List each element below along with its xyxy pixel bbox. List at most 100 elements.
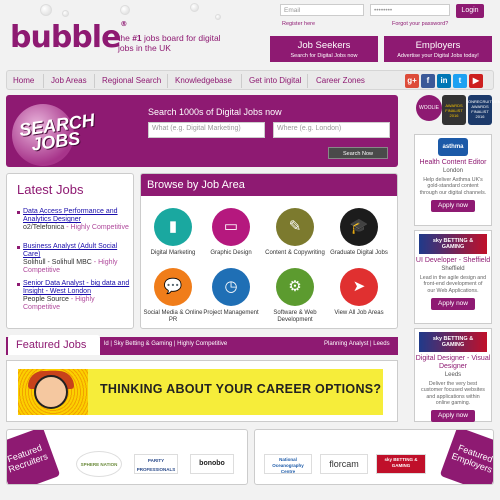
job-area-label: View All Job Areas: [334, 310, 384, 316]
featured-recruiters-label: Featured Recruiters: [7, 430, 61, 484]
job-area-label: Digital Marketing: [150, 250, 196, 256]
sidebar-job-location: London: [442, 168, 464, 174]
pencil-icon: ✎: [276, 208, 314, 246]
sidebar-job-description: Help deliver Asthma UK's gold-standard c…: [419, 177, 487, 196]
nav-job-areas[interactable]: Job Areas: [51, 76, 87, 85]
keyword-search-input[interactable]: What (e.g. Digital Marketing): [148, 122, 265, 138]
job-area-software-web[interactable]: ⚙ Software & Web Development: [265, 268, 325, 324]
gear-icon: ⚙: [276, 268, 314, 306]
employer-logo[interactable]: National Oceanography Centre: [264, 454, 312, 474]
nav-get-into-digital[interactable]: Get into Digital: [249, 76, 301, 85]
site-logo[interactable]: bubble®: [10, 20, 127, 55]
job-area-graphic-design[interactable]: ▭ Graphic Design: [201, 208, 261, 257]
site-tagline: the #1 jobs board for digital jobs in th…: [118, 33, 221, 53]
apply-now-button[interactable]: Apply now: [431, 199, 475, 212]
featured-employers-label: Featured Employers: [439, 430, 493, 484]
job-area-label: Software & Web Development: [273, 310, 317, 323]
google-plus-icon[interactable]: g+: [405, 74, 419, 88]
nav-career-zones[interactable]: Career Zones: [316, 76, 365, 85]
asthma-logo: asthma: [438, 138, 468, 156]
job-area-label: Graduate Digital Jobs: [330, 250, 388, 256]
sidebar-job-location: Sheffield: [441, 266, 465, 272]
apply-now-button[interactable]: Apply now: [431, 410, 475, 423]
job-title-link[interactable]: Senior Data Analyst - big data and Insig…: [23, 280, 129, 295]
nav-divider: [94, 74, 95, 88]
job-area-label: Project Management: [203, 310, 259, 316]
sidebar-job-title[interactable]: Health Content Editor: [415, 159, 491, 167]
employer-logo[interactable]: florcam: [320, 454, 368, 474]
apply-now-button[interactable]: Apply now: [431, 297, 475, 310]
facebook-icon[interactable]: f: [421, 74, 435, 88]
monitor-icon: ▭: [212, 208, 250, 246]
job-area-graduate[interactable]: 🎓 Graduate Digital Jobs: [329, 208, 389, 257]
sidebar-job-description: Deliver the very best customer focused w…: [421, 381, 485, 406]
sidebar-job-location: Leeds: [444, 372, 462, 378]
featured-jobs-heading: Featured Jobs: [8, 335, 100, 355]
nav-knowledgebase[interactable]: Knowledgebase: [175, 76, 232, 85]
featured-jobs-ticker-right[interactable]: Planning Analyst | Leeds: [324, 341, 390, 347]
nav-divider: [167, 74, 168, 88]
award-badges: WOOLIE AWARDS FINALIST 2016 ONRECRUITMEN…: [414, 95, 500, 129]
clock-icon: ◷: [212, 268, 250, 306]
job-seekers-button[interactable]: Job Seekers Search for Digital Jobs now: [270, 36, 378, 62]
youtube-icon[interactable]: ▶: [469, 74, 483, 88]
career-options-advert[interactable]: THINKING ABOUT YOUR CAREER OPTIONS?: [18, 369, 383, 415]
register-link[interactable]: Register here: [282, 21, 315, 27]
search-now-button[interactable]: Search Now: [328, 147, 388, 159]
woolie-award-icon: WOOLIE: [416, 95, 442, 121]
recruiter-logo[interactable]: PARITY PROFESSIONALS: [134, 454, 178, 474]
job-area-label: Social Media & Online PR: [143, 310, 203, 323]
email-field[interactable]: Email: [280, 4, 364, 16]
nav-regional-search[interactable]: Regional Search: [102, 76, 161, 85]
recruiter-logo[interactable]: bonobo: [190, 454, 234, 474]
job-title-link[interactable]: Business Analyst (Adult Social Care): [23, 243, 117, 258]
job-seekers-title: Job Seekers: [297, 40, 351, 51]
decorative-bubble: [120, 5, 130, 15]
latest-jobs-panel: Latest Jobs Data Access Performance and …: [6, 173, 134, 329]
employers-button[interactable]: Employers Advertise your Digital Jobs to…: [384, 36, 492, 62]
twitter-icon[interactable]: t: [453, 74, 467, 88]
mouse-cursor-icon: ➤: [340, 268, 378, 306]
job-area-digital-marketing[interactable]: ▮ Digital Marketing: [143, 208, 203, 257]
decorative-bubble: [40, 4, 52, 16]
sidebar-job-card: sky BETTING & GAMING Digital Designer - …: [414, 328, 492, 423]
sidebar-job-card: sky BETTING & GAMING UI Developer - Shef…: [414, 230, 492, 324]
location-search-input[interactable]: Where (e.g. London): [273, 122, 390, 138]
featured-jobs-ticker[interactable]: ld | Sky Betting & Gaming | Highly Compe…: [104, 341, 227, 347]
job-salary: - Highly Competitive: [64, 224, 129, 231]
decorative-bubble: [62, 10, 69, 17]
bar-chart-icon: ▮: [154, 208, 192, 246]
job-company: Solihull - Solihull MBC: [23, 259, 92, 266]
sidebar-job-card: asthma Health Content Editor London Help…: [414, 134, 492, 226]
recruiter-logo[interactable]: SPHERE NATION: [76, 451, 122, 477]
sidebar-job-title[interactable]: UI Developer - Sheffield: [415, 257, 491, 265]
browse-heading: Browse by Job Area: [141, 174, 397, 196]
job-area-social-media[interactable]: 💬 Social Media & Online PR: [143, 268, 203, 324]
login-button[interactable]: Login: [456, 4, 484, 18]
job-title-link[interactable]: Data Access Performance and Analytics De…: [23, 208, 118, 223]
job-area-label: Graphic Design: [210, 250, 252, 256]
linkedin-icon[interactable]: in: [437, 74, 451, 88]
nav-home[interactable]: Home: [13, 76, 34, 85]
comic-woman-face-icon: [34, 375, 68, 409]
nav-divider: [307, 74, 308, 88]
sidebar-job-title[interactable]: Digital Designer - Visual Designer: [415, 355, 491, 371]
sidebar-job-description: Lead in the agile design and front-end d…: [419, 275, 487, 294]
bullet-icon: [17, 283, 20, 286]
job-company: People Source: [23, 296, 69, 303]
advert-headline: THINKING ABOUT YOUR CAREER OPTIONS?: [100, 382, 382, 396]
employers-subtitle: Advertise your Digital Jobs today!: [397, 53, 479, 59]
employer-logo[interactable]: sky BETTING & GAMING: [376, 454, 426, 474]
latest-jobs-heading: Latest Jobs: [17, 182, 84, 197]
chat-bubble-icon: 💬: [154, 268, 192, 306]
decorative-bubble: [190, 3, 199, 12]
password-field[interactable]: ••••••••: [370, 4, 450, 16]
decorative-bubble: [215, 14, 221, 20]
job-listing: Senior Data Analyst - big data and Insig…: [17, 280, 133, 312]
job-area-content-copywriting[interactable]: ✎ Content & Copywriting: [265, 208, 325, 257]
nav-divider: [241, 74, 242, 88]
bullet-icon: [17, 211, 20, 214]
job-area-view-all[interactable]: ➤ View All Job Areas: [329, 268, 389, 317]
job-area-project-management[interactable]: ◷ Project Management: [201, 268, 261, 317]
forgot-password-link[interactable]: Forgot your password?: [392, 21, 448, 27]
